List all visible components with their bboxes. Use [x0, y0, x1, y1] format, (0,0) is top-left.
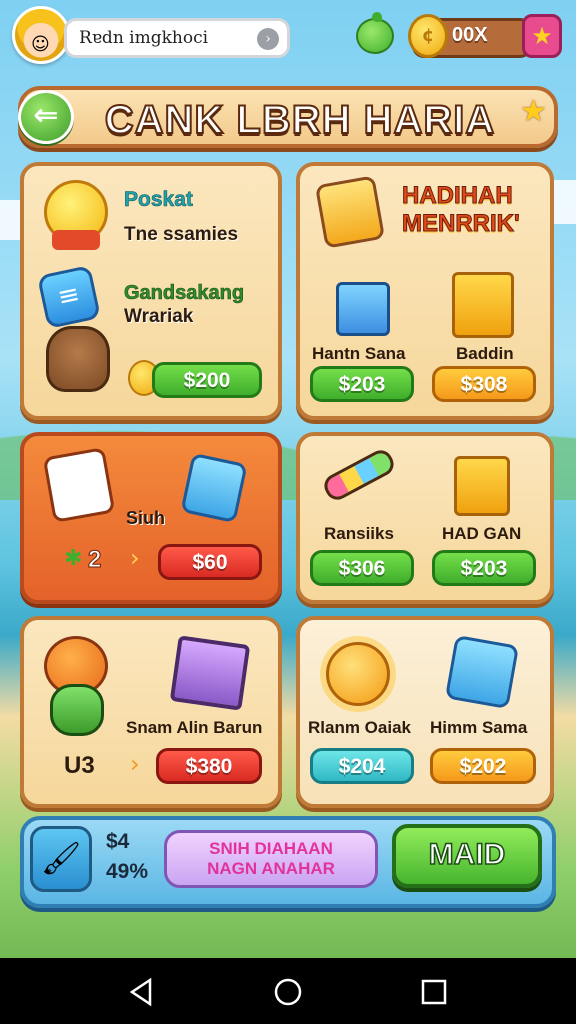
- coin-icon: ¢: [408, 14, 448, 58]
- picture-frame-icon: [169, 635, 251, 711]
- document-icon: [42, 447, 116, 523]
- back-button[interactable]: ⇐: [18, 90, 74, 144]
- promo-line1: SNIH DIAHAAN: [209, 839, 333, 858]
- top-bar: ☺ Rɐdn imgkhoci › ¢ 00X ★: [0, 0, 576, 80]
- card5-label: Snam Alin Barun: [126, 718, 263, 737]
- card4-item2: HAD GAN: [442, 524, 522, 543]
- card6-price1-button[interactable]: $204: [310, 748, 414, 784]
- nav-home-icon[interactable]: [268, 972, 308, 1012]
- avatar[interactable]: ☺: [12, 6, 70, 64]
- bear-icon: [46, 326, 110, 392]
- card2-title: HADIHAH MENRRIK': [402, 182, 521, 238]
- card2-item2: Baddin: [456, 344, 514, 363]
- card6-item1: Rlanm Oaiak: [308, 718, 411, 737]
- nav-recents-icon[interactable]: [414, 972, 454, 1012]
- promo-button[interactable]: SNIH DIAHAAN NAGN ANAHAR: [164, 830, 378, 888]
- card4-item1: Ransiiks: [324, 524, 394, 543]
- nav-back-icon[interactable]: [122, 972, 162, 1012]
- action-button[interactable]: MAID: [392, 824, 542, 888]
- star-icon: ★: [531, 22, 553, 50]
- phone-gift-icon: [314, 175, 386, 249]
- percent-bottom: 49%: [106, 860, 149, 883]
- player-name-field[interactable]: Rɐdn imgkhoci ›: [64, 18, 290, 58]
- card5-count: U3: [64, 752, 95, 779]
- star-icon: ★: [520, 94, 547, 129]
- sun-icon: [326, 642, 390, 706]
- chevron-right-icon: ›: [130, 544, 140, 572]
- blue-card-icon: ≡: [36, 264, 102, 330]
- card2-price1-button[interactable]: $203: [310, 366, 414, 402]
- card1-sub2: Wrariak: [124, 306, 194, 327]
- promo-line2: NAGN ANAHAR: [207, 859, 335, 878]
- card2-price2-button[interactable]: $308: [432, 366, 536, 402]
- scarf-icon: [52, 230, 100, 250]
- card3-price-button[interactable]: $60: [158, 544, 262, 580]
- cactus-pot-icon: [50, 684, 104, 736]
- card5-price-button[interactable]: $380: [156, 748, 262, 784]
- card4-price1-button[interactable]: $306: [310, 550, 414, 586]
- card2-item1: Hantn Sana: [312, 344, 406, 363]
- page-title: CANK LBRH HARIA: [104, 97, 496, 143]
- card3-count: 2: [87, 546, 102, 574]
- chevron-right-icon[interactable]: ›: [257, 28, 279, 50]
- gold-box-icon: [454, 456, 510, 516]
- coin-count: 00X: [452, 24, 488, 46]
- green-pea-icon[interactable]: [356, 12, 394, 54]
- card3-label: Siuh: [126, 508, 165, 528]
- paint-button[interactable]: 🖌: [30, 826, 92, 892]
- system-nav-bar: [0, 958, 576, 1024]
- card1-sub1: Tne ssamies: [124, 224, 239, 245]
- blue-gift-box-icon: [336, 282, 390, 336]
- yellow-gift-box-icon: [452, 272, 514, 338]
- puzzle-piece-icon: ✱: [64, 546, 83, 571]
- chevron-right-icon: ›: [130, 750, 140, 778]
- add-coins-button[interactable]: ★: [522, 14, 562, 58]
- penguin-card-icon: [444, 634, 520, 710]
- player-name: Rɐdn imgkhoci: [79, 28, 209, 48]
- card6-price2-button[interactable]: $202: [430, 748, 536, 784]
- back-arrow-icon: ⇐: [33, 98, 59, 133]
- card1-title2: Gandsakang: [124, 282, 245, 305]
- paintbrush-icon: 🖌: [40, 839, 82, 877]
- card1-price-button[interactable]: $200: [152, 362, 262, 398]
- percent-top: $4: [106, 830, 130, 853]
- card1-title1: Poskat: [124, 188, 193, 212]
- card4-price2-button[interactable]: $203: [432, 550, 536, 586]
- card6-item2: Himm Sama: [430, 718, 528, 737]
- avatar-face-icon: ☺: [31, 34, 50, 55]
